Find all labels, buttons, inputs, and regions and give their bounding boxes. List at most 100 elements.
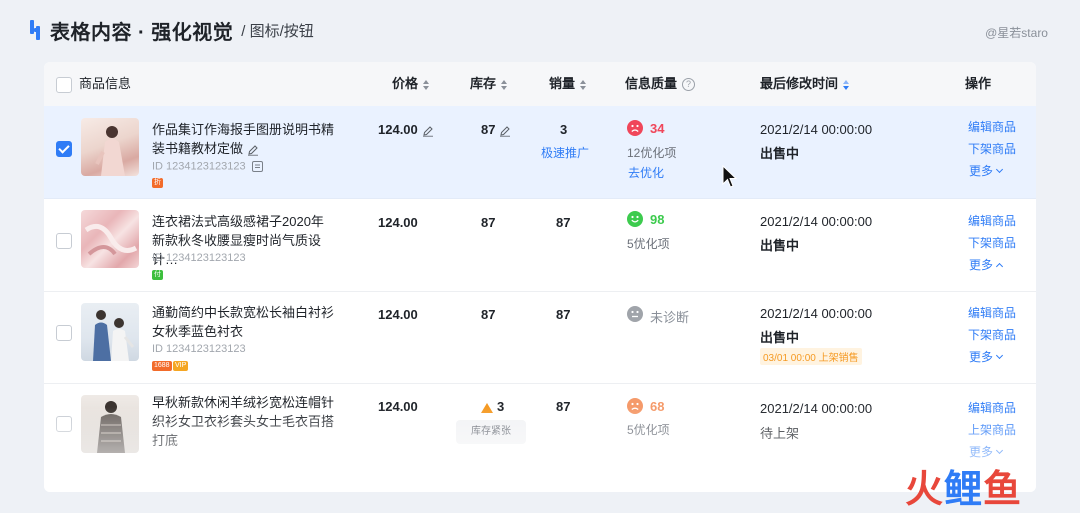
product-image [97, 401, 125, 453]
sales-value: 87 [556, 399, 571, 414]
sales-value: 3 [560, 122, 568, 137]
table-row[interactable]: 连衣裙法式高级感裙子2020年新款秋冬收腰显瘦时尚气质设计… ID 123412… [44, 199, 1036, 292]
help-icon[interactable]: ? [682, 78, 696, 92]
delist-product-button[interactable]: 下架商品 [968, 234, 1016, 251]
table-row[interactable]: 通勤简约中长款宽松长袖白衬衫女秋季蓝色衬衣 ID 1234123123123 1… [44, 291, 1036, 384]
more-label: 更多 [969, 258, 994, 272]
quality-optimizations: 12优化项 [627, 146, 677, 160]
low-stock-tooltip: 库存紧张 [456, 420, 526, 444]
sad-face-icon [627, 120, 643, 136]
column-header-modified[interactable]: 最后修改时间 [760, 62, 850, 106]
worried-face-icon [627, 398, 643, 414]
column-header-product: 商品信息 [79, 76, 132, 91]
column-header-price-label: 价格 [392, 76, 419, 91]
sort-icon[interactable] [500, 79, 508, 90]
row-checkbox[interactable] [56, 325, 72, 341]
table-row[interactable]: 作品集订作海报手图册说明书精装书籍教材定做 ID 1234123123123 折… [44, 106, 1036, 199]
column-header-quality-label: 信息质量 [625, 76, 678, 91]
column-header-stock[interactable]: 库存 [470, 62, 508, 106]
more-menu-button[interactable]: 更多 [969, 256, 1004, 273]
column-header-price[interactable]: 价格 [392, 62, 430, 106]
breadcrumb: / 图标/按钮 [241, 22, 314, 40]
author-credit: @星若staro [985, 26, 1048, 40]
go-optimize-link[interactable]: 去优化 [628, 164, 664, 181]
table-row[interactable]: 早秋新款休闲羊绒衫宽松连帽针织衫女卫衣衫套头女士毛衣百搭打底 124.00 3 … [44, 383, 1036, 475]
product-title-text: 作品集订作海报手图册说明书精装书籍教材定做 [152, 122, 335, 156]
more-menu-button[interactable]: 更多 [969, 348, 1004, 365]
page-title: 表格内容 · 强化视觉 [50, 21, 234, 44]
chevron-up-icon [995, 262, 1004, 271]
boost-promotion-link[interactable]: 极速推广 [541, 144, 589, 161]
sort-icon[interactable] [579, 79, 587, 90]
stock-value[interactable]: 87 [481, 122, 511, 137]
quality-undiagnosed: 未诊断 [650, 310, 690, 325]
chevron-down-icon [995, 446, 1004, 455]
product-tag: 折 [152, 178, 163, 188]
delist-product-button[interactable]: 下架商品 [968, 140, 1016, 157]
more-label: 更多 [969, 445, 994, 459]
product-image [84, 223, 138, 256]
more-menu-button[interactable]: 更多 [969, 162, 1004, 179]
price-value[interactable]: 124.00 [378, 399, 418, 414]
status-badge: 出售中 [760, 238, 800, 253]
warning-icon [481, 402, 493, 413]
status-badge: 出售中 [760, 330, 800, 345]
product-title[interactable]: 作品集订作海报手图册说明书精装书籍教材定做 [152, 120, 334, 158]
select-all-checkbox[interactable] [56, 77, 72, 93]
row-checkbox[interactable] [56, 416, 72, 432]
edit-product-button[interactable]: 编辑商品 [968, 212, 1016, 229]
product-thumbnail[interactable] [81, 210, 139, 268]
edit-product-button[interactable]: 编辑商品 [968, 399, 1016, 416]
product-title[interactable]: 早秋新款休闲羊绒衫宽松连帽针织衫女卫衣衫套头女士毛衣百搭打底 [152, 393, 334, 450]
stock-text: 3 [497, 399, 505, 414]
sort-active-icon[interactable] [842, 79, 850, 90]
edit-pencil-icon[interactable] [499, 125, 511, 137]
list-product-button[interactable]: 上架商品 [968, 421, 1016, 438]
quality-optimizations: 5优化项 [627, 423, 670, 437]
column-header-modified-label: 最后修改时间 [760, 76, 839, 91]
delist-product-button[interactable]: 下架商品 [968, 326, 1016, 343]
stock-text: 87 [481, 122, 496, 137]
row-checkbox[interactable] [56, 233, 72, 249]
status-badge: 出售中 [760, 146, 800, 161]
stock-value[interactable]: 87 [481, 215, 495, 230]
price-value[interactable]: 124.00 [378, 215, 418, 230]
row-checkbox[interactable] [56, 141, 72, 157]
edit-product-button[interactable]: 编辑商品 [968, 304, 1016, 321]
logo-icon [30, 20, 40, 40]
status-badge: 待上架 [760, 426, 800, 441]
table-header: 商品信息 价格 库存 销量 信息质量? 最后修改时间 操作 [44, 62, 1036, 106]
copy-icon[interactable] [251, 160, 264, 173]
more-label: 更多 [969, 164, 994, 178]
product-id: ID 1234123123123 [152, 343, 246, 355]
stock-value[interactable]: 3 [481, 399, 504, 414]
price-value[interactable]: 124.00 [378, 307, 418, 322]
product-table: 商品信息 价格 库存 销量 信息质量? 最后修改时间 操作 作品集订作海报手图册… [44, 62, 1036, 492]
column-header-sales[interactable]: 销量 [549, 62, 587, 106]
product-id: ID 1234123123123 [152, 160, 264, 173]
product-id-text: ID 1234123123123 [152, 160, 246, 173]
edit-product-button[interactable]: 编辑商品 [968, 118, 1016, 135]
product-thumbnail[interactable] [81, 395, 139, 453]
product-thumbnail[interactable] [81, 118, 139, 176]
edit-pencil-icon[interactable] [247, 144, 259, 156]
watermark-char: 火 [905, 469, 945, 511]
quality-optimizations: 5优化项 [627, 237, 670, 251]
modified-time: 2021/2/14 00:00:00 [760, 214, 873, 229]
column-header-sales-label: 销量 [549, 76, 576, 91]
edit-pencil-icon[interactable] [422, 125, 434, 137]
happy-face-icon [627, 211, 643, 227]
watermark-char: 鲤 [944, 469, 984, 511]
modified-time: 2021/2/14 00:00:00 [760, 122, 873, 137]
chevron-down-icon [995, 351, 1004, 360]
product-title[interactable]: 通勤简约中长款宽松长袖白衬衫女秋季蓝色衬衣 [152, 303, 334, 341]
column-header-stock-label: 库存 [470, 76, 497, 91]
column-header-actions: 操作 [965, 76, 992, 91]
price-value[interactable]: 124.00 [378, 122, 434, 137]
chevron-down-icon [995, 165, 1004, 174]
stock-value[interactable]: 87 [481, 307, 495, 322]
column-header-quality: 信息质量? [625, 62, 696, 106]
quality-score: 34 [650, 121, 665, 136]
sort-icon[interactable] [422, 79, 430, 90]
product-thumbnail[interactable] [81, 303, 139, 361]
